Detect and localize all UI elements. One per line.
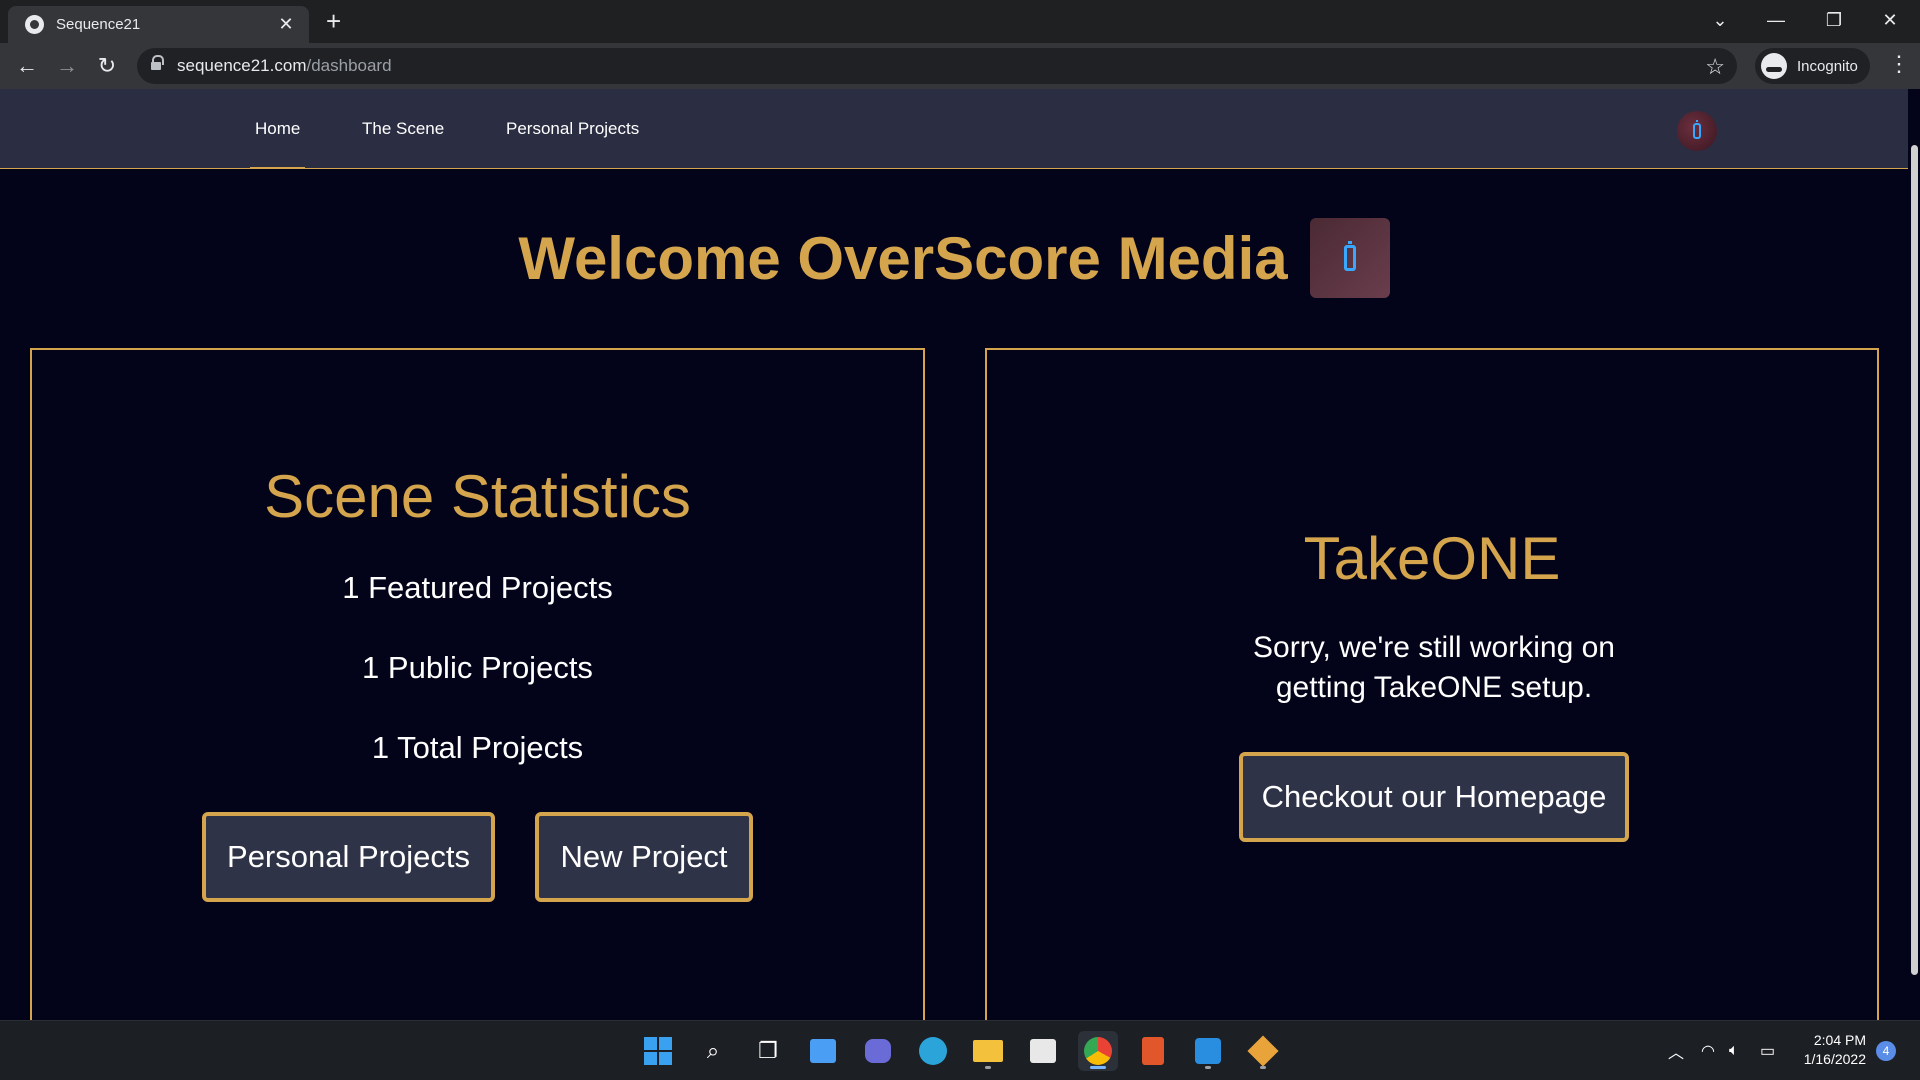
takeone-panel: TakeONE Sorry, we're still working on ge… xyxy=(985,348,1879,1048)
back-arrow-icon[interactable]: ← xyxy=(13,52,41,80)
address-bar[interactable]: sequence21.com/dashboard ☆ xyxy=(137,48,1737,84)
bookmark-star-icon[interactable]: ☆ xyxy=(1705,54,1725,80)
search-icon[interactable]: ⌕ xyxy=(693,1031,733,1071)
volume-icon[interactable]: 🔈︎ xyxy=(1729,1021,1739,1080)
forward-arrow-icon[interactable]: → xyxy=(53,52,81,80)
browser-menu-icon[interactable]: ⋮ xyxy=(1888,51,1910,77)
vscode-icon[interactable] xyxy=(1188,1031,1228,1071)
public-projects-count: 1 Public Projects xyxy=(362,650,593,685)
wifi-icon[interactable]: ◠ xyxy=(1701,1021,1715,1080)
system-clock[interactable]: 2:04 PM 1/16/2022 xyxy=(1790,1031,1866,1069)
teams-chat-icon[interactable] xyxy=(858,1031,898,1071)
globe-icon xyxy=(25,15,44,34)
task-view-icon[interactable]: ❐ xyxy=(748,1031,788,1071)
new-project-button[interactable]: New Project xyxy=(535,812,753,902)
reload-icon[interactable]: ↻ xyxy=(93,52,121,80)
takeone-title: TakeONE xyxy=(1303,525,1561,592)
edge-icon[interactable] xyxy=(913,1031,953,1071)
nav-link-personal-projects[interactable]: Personal Projects xyxy=(506,89,639,169)
scene-statistics-panel: Scene Statistics 1 Featured Projects 1 P… xyxy=(30,348,925,1048)
nav-link-home[interactable]: Home xyxy=(249,89,306,169)
tab-search-icon[interactable]: ⌄ xyxy=(1692,0,1748,40)
incognito-icon xyxy=(1761,53,1787,79)
tab-title: Sequence21 xyxy=(56,16,141,33)
restore-icon[interactable]: ❐ xyxy=(1806,0,1862,40)
incognito-profile-button[interactable]: Incognito xyxy=(1755,48,1870,84)
office-icon[interactable] xyxy=(1133,1031,1173,1071)
site-navbar: Home The Scene Personal Projects xyxy=(0,89,1908,169)
lock-icon[interactable] xyxy=(151,55,164,72)
welcome-header: Welcome OverScore Media xyxy=(0,218,1908,298)
git-icon[interactable] xyxy=(1243,1031,1283,1071)
total-projects-count: 1 Total Projects xyxy=(371,730,584,765)
new-tab-button[interactable]: + xyxy=(326,6,341,36)
chrome-icon[interactable] xyxy=(1078,1031,1118,1071)
widgets-icon[interactable] xyxy=(803,1031,843,1071)
page-title: Welcome OverScore Media xyxy=(518,224,1288,292)
takeone-message: Sorry, we're still working on getting Ta… xyxy=(1253,631,1615,704)
start-icon[interactable] xyxy=(638,1031,678,1071)
show-hidden-icons-icon[interactable]: ︿ xyxy=(1668,1021,1684,1080)
personal-projects-button[interactable]: Personal Projects xyxy=(202,812,495,902)
phone-icon xyxy=(1343,241,1356,271)
checkout-homepage-button[interactable]: Checkout our Homepage xyxy=(1239,752,1629,842)
browser-toolbar: ← → ↻ sequence21.com/dashboard ☆ Incogni… xyxy=(0,43,1920,89)
avatar[interactable] xyxy=(1677,111,1717,151)
featured-projects-count: 1 Featured Projects xyxy=(342,570,613,605)
file-explorer-icon[interactable] xyxy=(968,1031,1008,1071)
incognito-label: Incognito xyxy=(1797,57,1858,75)
phone-icon xyxy=(1693,120,1701,139)
url-host: sequence21.com xyxy=(177,56,307,75)
window-close-icon[interactable]: ✕ xyxy=(1862,0,1918,40)
battery-icon[interactable]: ▭ xyxy=(1760,1021,1775,1080)
page-scrollbar[interactable] xyxy=(1908,89,1920,1020)
store-icon[interactable] xyxy=(1023,1031,1063,1071)
stats-title: Scene Statistics xyxy=(264,463,691,530)
minimize-icon[interactable]: — xyxy=(1748,0,1804,40)
nav-link-the-scene[interactable]: The Scene xyxy=(362,89,444,169)
windows-taskbar: ⌕ ❐ ︿ ◠ 🔈︎ ▭ 2:04 PM 1/16/2022 4 xyxy=(0,1020,1920,1080)
clock-date: 1/16/2022 xyxy=(1803,1051,1866,1067)
browser-titlebar: Sequence21 ✕ + ⌄ — ❐ ✕ xyxy=(0,0,1920,43)
clock-time: 2:04 PM xyxy=(1813,1032,1866,1048)
scrollbar-thumb[interactable] xyxy=(1911,145,1918,975)
browser-tab[interactable]: Sequence21 ✕ xyxy=(8,6,309,43)
close-tab-icon[interactable]: ✕ xyxy=(275,14,297,35)
company-logo xyxy=(1309,218,1390,298)
notification-badge[interactable]: 4 xyxy=(1876,1041,1896,1061)
url-path: /dashboard xyxy=(306,56,392,75)
